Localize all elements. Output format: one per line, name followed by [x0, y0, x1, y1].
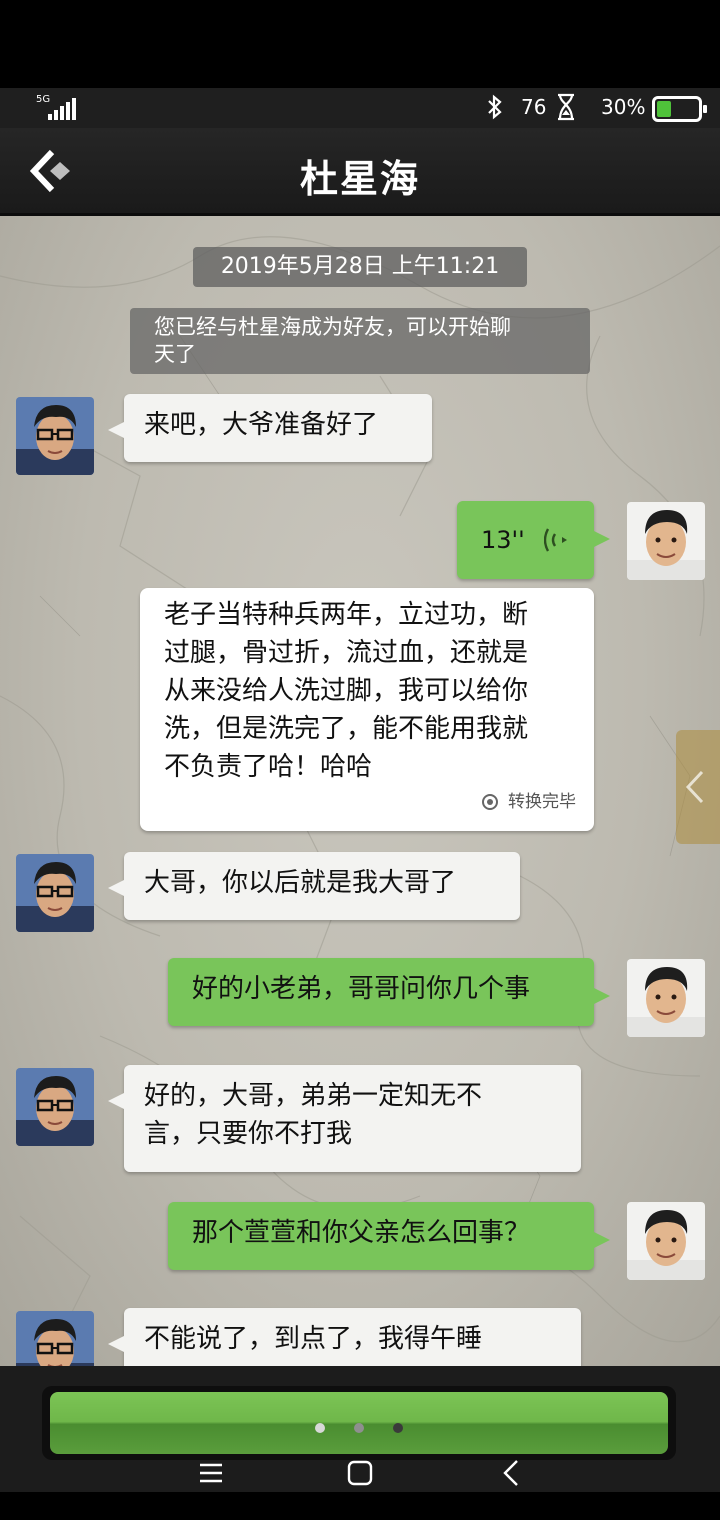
message-text: 好的小老弟，哥哥问你几个事	[192, 974, 531, 1004]
user-avatar[interactable]	[627, 502, 705, 580]
incoming-message-bubble[interactable]: 来吧，大爷准备好了	[108, 394, 432, 462]
data-rate-text: 76	[521, 95, 547, 119]
network-type-label: 5G	[36, 94, 51, 105]
hourglass-icon	[556, 93, 576, 121]
contact-avatar[interactable]	[16, 854, 94, 932]
status-bar: 5G 76 30%	[0, 88, 720, 128]
transcript-line: 过腿，骨过折，流过血，还就是	[164, 638, 529, 668]
bluetooth-icon	[483, 94, 507, 126]
system-notice-line: 您已经与杜星海成为好友，可以开始聊	[154, 315, 511, 339]
input-frame	[42, 1386, 676, 1460]
user-avatar[interactable]	[627, 959, 705, 1037]
message-text: 大哥，你以后就是我大哥了	[144, 868, 457, 898]
voice-transcript-card[interactable]: 老子当特种兵两年，立过功，断 过腿，骨过折，流过血，还就是 从来没给人洗过脚，我…	[140, 588, 594, 831]
incoming-message-bubble[interactable]: 不能说了，到点了，我得午睡	[108, 1308, 581, 1366]
top-black-bar	[0, 0, 720, 88]
contact-avatar[interactable]	[16, 1311, 94, 1366]
voice-wave-icon	[544, 528, 567, 552]
page-indicator	[50, 1418, 668, 1437]
side-panel-tab[interactable]	[676, 730, 720, 844]
chat-area[interactable]: 2019年5月28日 上午11:21 您已经与杜星海成为好友，可以开始聊 天了 …	[0, 216, 720, 1366]
outgoing-message-bubble[interactable]: 好的小老弟，哥哥问你几个事	[168, 958, 610, 1026]
battery-icon	[652, 96, 707, 122]
transcript-line: 不负责了哈！哈哈	[164, 752, 373, 782]
back-icon[interactable]	[497, 1458, 527, 1488]
transcript-line: 洗，但是洗完了，能不能用我就	[164, 714, 529, 744]
battery-percent-text: 30%	[601, 95, 646, 119]
cellular-signal-icon: 5G	[36, 94, 80, 122]
system-notice-line: 天了	[154, 342, 196, 366]
message-text: 言，只要你不打我	[144, 1119, 353, 1149]
transcript-line: 老子当特种兵两年，立过功，断	[164, 600, 529, 630]
chat-header: 杜星海	[0, 128, 720, 216]
contact-avatar[interactable]	[16, 397, 94, 475]
message-timestamp: 2019年5月28日 上午11:21	[193, 247, 527, 287]
user-avatar[interactable]	[627, 1202, 705, 1280]
voice-duration: 13''	[481, 526, 525, 554]
menu-icon[interactable]	[196, 1458, 226, 1488]
record-dot-icon	[482, 794, 498, 810]
home-icon[interactable]	[345, 1458, 375, 1488]
contact-name-title: 杜星海	[299, 157, 420, 201]
incoming-message-bubble[interactable]: 好的，大哥，弟弟一定知无不 言，只要你不打我	[108, 1065, 581, 1172]
page-dot	[354, 1423, 364, 1433]
transcript-line: 从来没给人洗过脚，我可以给你	[164, 676, 529, 706]
continue-bar[interactable]	[50, 1392, 668, 1454]
bottom-black-bar	[0, 1492, 720, 1520]
message-text: 来吧，大爷准备好了	[144, 410, 379, 440]
page-dot-active	[393, 1423, 404, 1433]
system-notice: 您已经与杜星海成为好友，可以开始聊 天了	[130, 308, 590, 374]
chevron-left-icon	[685, 770, 704, 804]
message-text: 好的，大哥，弟弟一定知无不	[144, 1081, 483, 1111]
message-text: 那个萱萱和你父亲怎么回事？	[192, 1218, 531, 1248]
contact-avatar[interactable]	[16, 1068, 94, 1146]
transcript-status-text: 转换完毕	[508, 792, 576, 812]
page-dot	[314, 1423, 325, 1433]
voice-message-bubble[interactable]: 13''	[457, 501, 610, 579]
outgoing-message-bubble[interactable]: 那个萱萱和你父亲怎么回事？	[168, 1202, 610, 1270]
incoming-message-bubble[interactable]: 大哥，你以后就是我大哥了	[108, 852, 520, 920]
message-text: 不能说了，到点了，我得午睡	[144, 1324, 483, 1354]
transcript-status: 转换完毕	[482, 783, 576, 821]
system-navigation-bar	[0, 1452, 720, 1492]
